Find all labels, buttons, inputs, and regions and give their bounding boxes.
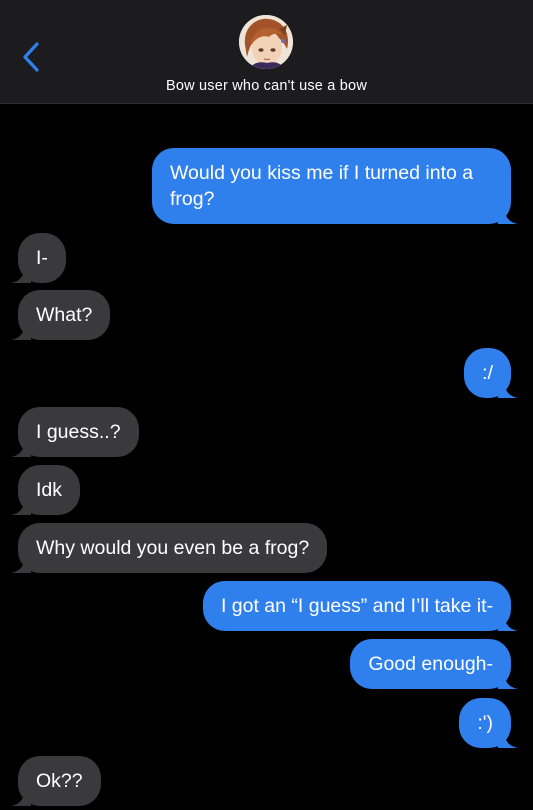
sent-message-bubble[interactable]: I got an “I guess” and I’ll take it-: [202, 581, 518, 631]
message-thread[interactable]: Would you kiss me if I turned into a fro…: [0, 104, 533, 810]
message-text: I-: [36, 247, 48, 269]
received-message-bubble[interactable]: Idk: [11, 465, 81, 515]
message-text: What?: [36, 304, 93, 326]
message-text: I guess..?: [36, 421, 121, 443]
back-button[interactable]: [14, 40, 48, 74]
message-text: :/: [482, 362, 493, 384]
sent-message-bubble[interactable]: :/: [464, 348, 518, 398]
bubble-tail: [11, 495, 31, 515]
bubble-tail: [11, 320, 31, 340]
message-text: Would you kiss me if I turned into a fro…: [170, 162, 474, 210]
message-text: Why would you even be a frog?: [36, 537, 310, 559]
message-text: I got an “I guess” and I’ll take it-: [220, 595, 493, 617]
bubble-tail: [498, 204, 518, 224]
message-text: :'): [477, 712, 493, 734]
avatar-image: [239, 15, 293, 69]
received-message-bubble[interactable]: I-: [11, 233, 66, 283]
sent-message-bubble[interactable]: :'): [459, 698, 518, 748]
contact-name[interactable]: Bow user who can't use a bow: [0, 78, 533, 94]
received-message-bubble[interactable]: I guess..?: [11, 407, 139, 457]
received-message-bubble[interactable]: What?: [11, 290, 111, 340]
bubble-tail: [11, 786, 31, 806]
bubble-tail: [11, 263, 31, 283]
received-message-bubble[interactable]: Ok??: [11, 756, 101, 806]
message-text: Ok??: [36, 770, 83, 792]
sent-message-bubble[interactable]: Would you kiss me if I turned into a fro…: [152, 148, 518, 224]
bubble-tail: [11, 437, 31, 457]
message-text: Good enough-: [368, 653, 493, 675]
bubble-tail: [498, 378, 518, 398]
conversation-header: Bow user who can't use a bow: [0, 0, 533, 104]
contact-avatar[interactable]: [239, 15, 293, 69]
chevron-left-icon: [23, 42, 39, 72]
sent-message-bubble[interactable]: Good enough-: [350, 639, 518, 689]
bubble-tail: [11, 553, 31, 573]
message-text: Idk: [36, 479, 63, 501]
bubble-tail: [498, 611, 518, 631]
received-message-bubble[interactable]: Why would you even be a frog?: [11, 523, 328, 573]
bubble-tail: [498, 669, 518, 689]
bubble-tail: [498, 728, 518, 748]
